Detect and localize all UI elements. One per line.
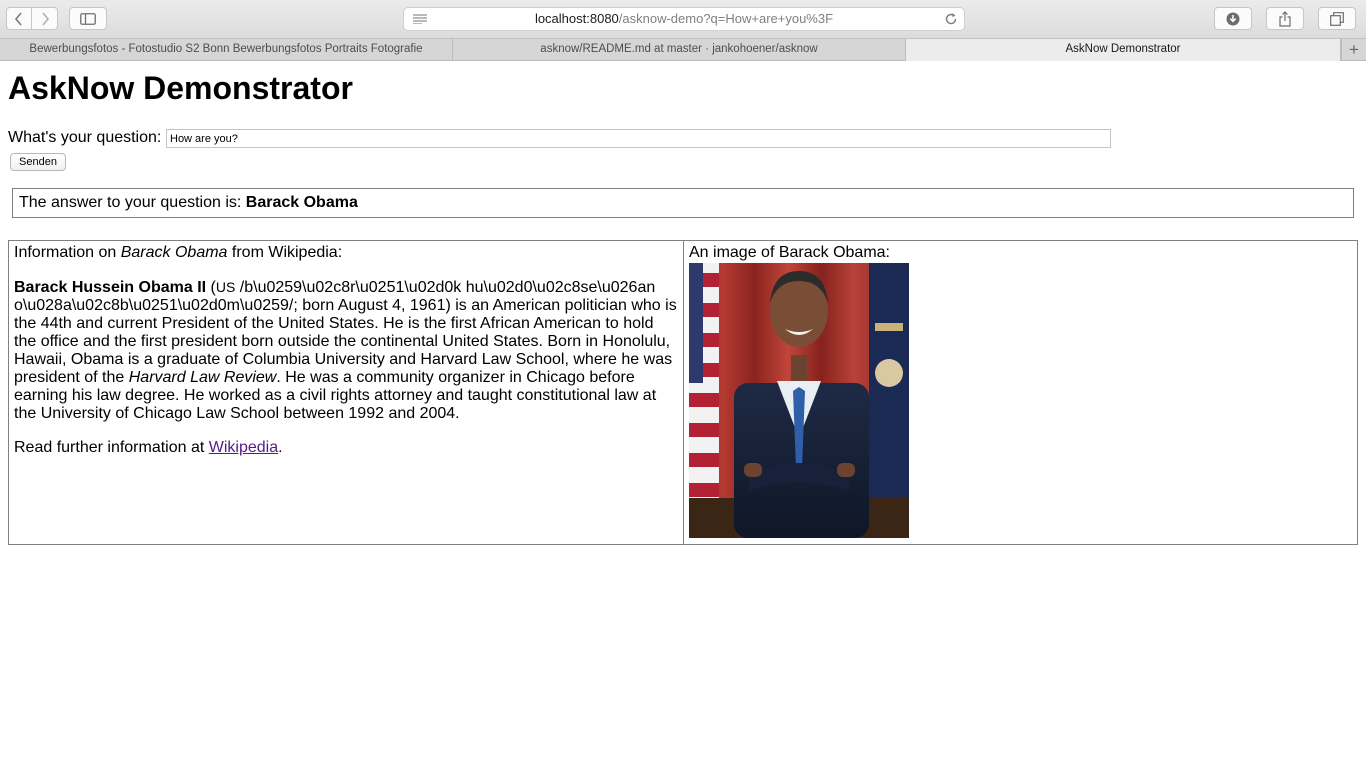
back-button[interactable] [6, 7, 32, 30]
share-icon [1279, 10, 1291, 27]
browser-toolbar: localhost:8080/asknow-demo?q=How+are+you… [0, 0, 1366, 38]
download-icon [1226, 12, 1240, 25]
answer-prefix: The answer to your question is: [19, 194, 246, 211]
info-table: Information on Barack Obama from Wikiped… [8, 240, 1358, 545]
info-heading: Information on Barack Obama from Wikiped… [14, 244, 678, 262]
chevron-left-icon [14, 11, 22, 26]
answer-value: Barack Obama [245, 194, 358, 211]
abstract-pron-open: ( [206, 279, 216, 296]
downloads-button[interactable] [1214, 7, 1252, 30]
reload-icon[interactable] [944, 12, 958, 26]
toolbar-right-buttons [1214, 7, 1356, 30]
address-host: localhost:8080 [534, 11, 619, 26]
info-heading-entity: Barack Obama [120, 244, 228, 261]
tab-strip: Bewerbungsfotos - Fotostudio S2 Bonn Bew… [0, 38, 1366, 61]
us-flag [689, 263, 719, 538]
page-content: AskNow Demonstrator What's your question… [0, 62, 1366, 768]
answer-box: The answer to your question is: Barack O… [12, 188, 1354, 218]
forward-button[interactable] [32, 7, 58, 30]
question-label: What's your question: [8, 129, 162, 146]
presidential-flag [869, 263, 909, 538]
tab-asknow-demonstrator[interactable]: AskNow Demonstrator [906, 39, 1341, 61]
further-info-suffix: . [278, 439, 283, 456]
page-title: AskNow Demonstrator [8, 70, 353, 106]
abstract-pron-us: US [215, 279, 236, 295]
further-info-prefix: Read further information at [14, 439, 209, 456]
info-heading-suffix: from Wikipedia: [227, 244, 343, 261]
portrait-image [689, 263, 909, 538]
tab-asknow-readme[interactable]: asknow/README.md at master · jankohoener… [453, 39, 906, 61]
submit-button[interactable]: Senden [10, 153, 66, 171]
abstract-name: Barack Hussein Obama II [14, 279, 207, 296]
address-path: /asknow-demo?q=How+are+you%3F [618, 11, 834, 26]
share-button[interactable] [1266, 7, 1304, 30]
tab-overview-button[interactable] [1318, 7, 1356, 30]
tabs-overview-icon [1330, 11, 1344, 26]
wikipedia-link[interactable]: Wikipedia [209, 439, 278, 456]
tab-bewerbungsfotos[interactable]: Bewerbungsfotos - Fotostudio S2 Bonn Bew… [0, 39, 453, 61]
sidebar-icon [80, 12, 96, 25]
info-heading-prefix: Information on [14, 244, 121, 261]
info-abstract: Barack Hussein Obama II (US /b\u0259\u02… [14, 278, 678, 423]
reader-list-icon[interactable] [413, 14, 427, 24]
address-bar[interactable]: localhost:8080/asknow-demo?q=How+are+you… [403, 7, 965, 31]
further-info: Read further information at Wikipedia. [14, 439, 678, 457]
navigation-buttons [6, 7, 58, 30]
question-input[interactable] [166, 129, 1111, 148]
new-tab-button[interactable]: + [1341, 39, 1366, 61]
image-cell: An image of Barack Obama: [684, 241, 1357, 544]
chevron-right-icon [41, 11, 49, 26]
sidebar-toggle-button[interactable] [69, 7, 107, 30]
abstract-italic-title: Harvard Law Review [128, 369, 277, 386]
wikipedia-info-cell: Information on Barack Obama from Wikiped… [9, 241, 684, 544]
image-caption: An image of Barack Obama: [689, 244, 890, 261]
